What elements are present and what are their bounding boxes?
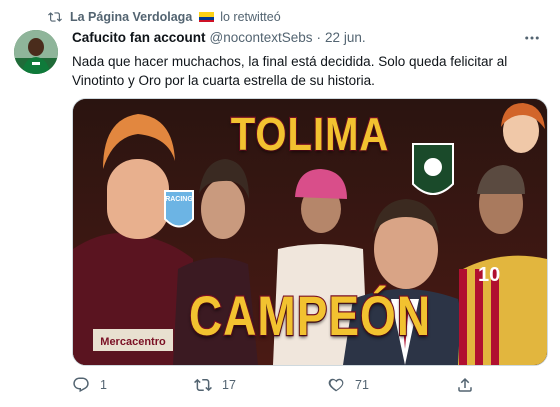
- tweet-text: Nada que hacer muchachos, la final está …: [72, 54, 508, 88]
- retweet-icon: [194, 378, 212, 392]
- tweet-media[interactable]: Mercacentro RACING 10 TOLIMA CAMPEÓN: [72, 98, 548, 366]
- heart-icon: [328, 378, 344, 392]
- media-title-bottom: CAMPEÓN: [188, 284, 432, 349]
- retweet-count: 17: [222, 378, 236, 392]
- like-count: 71: [355, 378, 369, 392]
- more-icon[interactable]: [522, 28, 542, 48]
- share-icon: [458, 377, 472, 392]
- share-button[interactable]: [456, 376, 474, 394]
- reply-count: 1: [100, 378, 107, 392]
- retweet-button[interactable]: 17: [194, 376, 236, 394]
- racing-badge-text: RACING: [165, 196, 193, 203]
- reply-icon: [73, 377, 89, 393]
- separator: ·: [316, 30, 322, 45]
- tweet-header: Cafucito fan account @nocontextSebs · 22…: [72, 30, 366, 45]
- retweet-suffix: lo retwitteó: [220, 10, 281, 24]
- colombia-flag-icon: [198, 12, 214, 22]
- reply-button[interactable]: 1: [72, 376, 107, 394]
- media-title-top: TOLIMA: [230, 108, 390, 161]
- author-handle[interactable]: @nocontextSebs: [210, 30, 313, 45]
- like-button[interactable]: 71: [327, 376, 369, 394]
- tweet-date[interactable]: 22 jun.: [325, 30, 366, 45]
- retweet-context: La Página Verdolaga lo retwitteó: [48, 8, 281, 26]
- author-name[interactable]: Cafucito fan account: [72, 30, 206, 45]
- retweeter-name[interactable]: La Página Verdolaga: [70, 10, 192, 24]
- avatar[interactable]: [14, 30, 58, 74]
- tweet-actions: 1 17 71: [72, 372, 492, 398]
- retweet-icon: [48, 12, 62, 22]
